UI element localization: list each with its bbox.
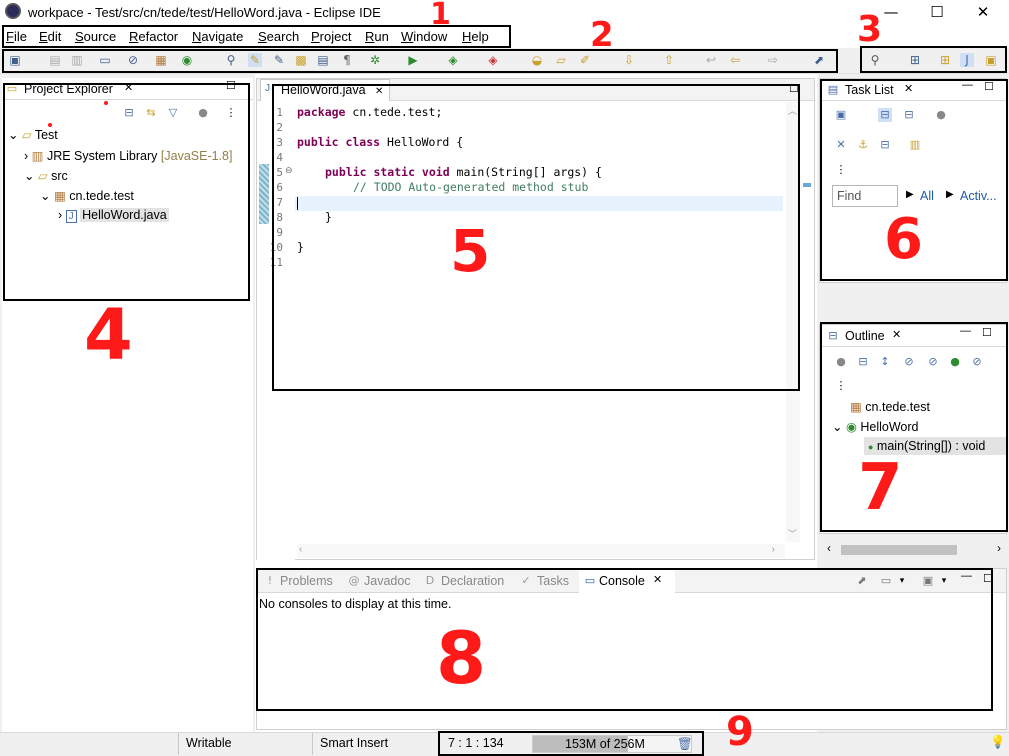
- annotation-label-7: 7: [858, 451, 903, 525]
- divider: [312, 733, 313, 755]
- annotation-label-5: 5: [450, 217, 491, 285]
- annotation-box-5: [272, 84, 800, 391]
- eclipse-logo-icon: [5, 3, 21, 19]
- annotation-dot: [104, 101, 108, 105]
- window-title: workpace - Test/src/cn/tede/test/HelloWo…: [28, 5, 381, 20]
- annotation-box-4: [3, 83, 250, 301]
- status-writable: Writable: [186, 736, 232, 750]
- status-insert-mode[interactable]: Smart Insert: [320, 736, 388, 750]
- scroll-right-icon[interactable]: ›: [997, 541, 1001, 555]
- annotation-box-8: [256, 568, 993, 711]
- scroll-left-icon[interactable]: ‹: [827, 541, 831, 555]
- annotation-label-3: 3: [857, 9, 883, 50]
- annotation-label-4: 4: [84, 294, 133, 376]
- divider: [178, 733, 179, 755]
- annotation-label-6: 6: [884, 207, 923, 272]
- annotation-label-2: 2: [590, 15, 614, 55]
- annotation-box-3: [860, 46, 1007, 73]
- annotation-box-2: [2, 49, 838, 73]
- annotation-label-9: 9: [726, 709, 754, 755]
- java-file-icon: J: [265, 83, 270, 94]
- maximize-button[interactable]: ☐: [914, 0, 960, 24]
- close-button[interactable]: ✕: [960, 0, 1006, 24]
- annotation-label-8: 8: [436, 616, 487, 700]
- scroll-right-icon[interactable]: ›: [772, 544, 775, 555]
- outline-scrollbar[interactable]: ‹ ›: [825, 541, 1005, 557]
- annotation-box-9: [438, 731, 704, 756]
- annotation-label-1: 1: [430, 0, 451, 32]
- annotation-dot: [48, 123, 52, 127]
- scroll-down-icon[interactable]: ﹀: [788, 527, 797, 540]
- lightbulb-icon[interactable]: 💡: [990, 735, 1006, 750]
- scroll-left-icon[interactable]: ‹: [299, 544, 302, 555]
- scroll-thumb[interactable]: [841, 545, 957, 555]
- horizontal-scrollbar[interactable]: ‹ ›: [297, 544, 785, 558]
- annotation-box-7: [820, 322, 1008, 532]
- overview-ruler-mark: [803, 183, 811, 187]
